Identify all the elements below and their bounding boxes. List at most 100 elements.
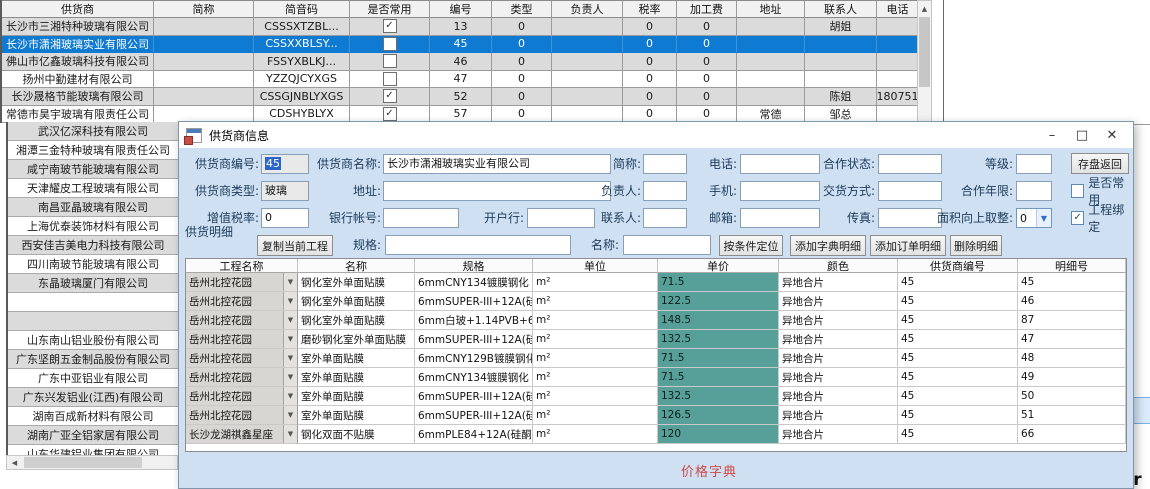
list-item[interactable]: 广东中亚铝业有限公司 [8,369,178,388]
dropdown-arrow-icon[interactable]: ▼ [283,425,297,443]
list-item[interactable]: 咸宁南玻节能玻璃有限公司 [8,160,178,179]
bank-input[interactable] [527,208,595,228]
column-header-9[interactable]: 地址 [737,1,805,18]
color-cell[interactable]: 异地合片 [779,292,898,311]
column-header-1[interactable]: 简称 [154,1,254,18]
name-cell[interactable]: 钢化室外单面贴膜 [298,292,415,311]
table-row[interactable]: 佛山市亿鑫玻璃科技有限公司FSSYXBLKJ...46000 [2,53,932,71]
table-row[interactable]: 长沙晟格节能玻璃有限公司CSSGJNBLYXGS✓52000陈姐180751 [2,88,932,106]
address-input[interactable] [383,181,611,201]
detail-no-cell[interactable]: 47 [1018,330,1126,349]
price-cell[interactable]: 126.5 [658,406,779,425]
detail-row[interactable]: 长沙龙湖祺鑫星座▼钢化双面不贴膜6mmPLE84+12A(硅酮胶...m²120… [186,425,1126,444]
list-item[interactable] [8,312,178,331]
detail-column-header-3[interactable]: 单位 [533,259,658,273]
supplier-no-cell[interactable]: 45 [898,330,1018,349]
list-item[interactable]: 山东南山铝业股份有限公司 [8,331,178,350]
add-dictionary-detail-button[interactable]: 添加字典明细 [790,235,866,256]
list-item[interactable]: 天津耀皮工程玻璃有限公司 [8,179,178,198]
list-item[interactable]: 上海优泰装饰材料有限公司 [8,217,178,236]
unit-cell[interactable]: m² [533,349,658,368]
supplier-no-cell[interactable]: 45 [898,368,1018,387]
dropdown-arrow-icon[interactable]: ▼ [283,311,297,329]
project-name-cell[interactable]: 长沙龙湖祺鑫星座▼ [186,425,298,444]
column-header-7[interactable]: 税率 [623,1,677,18]
spec-cell[interactable]: 6mm白玻+1.14PVB+6mm... [415,311,533,330]
close-icon[interactable]: ✕ [1097,124,1127,146]
add-order-detail-button[interactable]: 添加订单明细 [870,235,946,256]
price-cell[interactable]: 148.5 [658,311,779,330]
supplier-no-cell[interactable]: 45 [898,292,1018,311]
dropdown-arrow-icon[interactable]: ▼ [283,292,297,310]
dropdown-arrow-icon[interactable]: ▼ [283,273,297,291]
checkbox-icon[interactable] [383,37,397,51]
name-cell[interactable]: 钢化室外单面贴膜 [298,273,415,292]
detail-no-cell[interactable]: 66 [1018,425,1126,444]
minimize-icon[interactable]: – [1037,124,1067,146]
name-cell[interactable]: 钢化双面不贴膜 [298,425,415,444]
dialog-title-bar[interactable]: 供货商信息 – □ ✕ [179,122,1133,148]
supplier-no-cell[interactable]: 45 [898,349,1018,368]
detail-no-cell[interactable]: 87 [1018,311,1126,330]
price-cell[interactable]: 120 [658,425,779,444]
list-item[interactable]: 武汉亿深科技有限公司 [8,122,178,141]
list-item[interactable]: 广东坚朗五金制品股份有限公司 [8,350,178,369]
detail-row[interactable]: 岳州北控花园▼室外单面贴膜6mmSUPER-III+12A(硅...m²126.… [186,406,1126,425]
detail-no-cell[interactable]: 45 [1018,273,1126,292]
dropdown-arrow-icon[interactable]: ▼ [283,387,297,405]
list-item[interactable]: 湖南广亚全铝家居有限公司 [8,426,178,445]
maximize-icon[interactable]: □ [1067,124,1097,146]
detail-column-header-6[interactable]: 供货商编号 [898,259,1018,273]
spec-cell[interactable]: 6mmPLE84+12A(硅酮胶... [415,425,533,444]
grade-input[interactable] [1016,154,1052,174]
price-cell[interactable]: 71.5 [658,273,779,292]
spec-cell[interactable]: 6mmCNY129B镀膜钢化 [415,349,533,368]
name-cell[interactable]: 室外单面贴膜 [298,387,415,406]
checkbox-icon[interactable] [383,72,397,86]
checkbox-icon[interactable] [383,54,397,68]
color-cell[interactable]: 异地合片 [779,349,898,368]
color-cell[interactable]: 异地合片 [779,387,898,406]
project-name-cell[interactable]: 岳州北控花园▼ [186,273,298,292]
detail-row[interactable]: 岳州北控花园▼钢化室外单面贴膜6mm白玻+1.14PVB+6mm...m²148… [186,311,1126,330]
spec-cell[interactable]: 6mmSUPER-III+12A(硅... [415,330,533,349]
detail-row[interactable]: 岳州北控花园▼磨砂钢化室外单面贴膜6mmSUPER-III+12A(硅...m²… [186,330,1126,349]
round-up-select[interactable]: 0 ▼ [1016,208,1052,228]
project-bind-checkbox[interactable]: ✓ 工程绑定 [1071,208,1133,228]
supplier-type-input[interactable]: 玻璃 [261,181,309,201]
color-cell[interactable]: 异地合片 [779,425,898,444]
detail-column-header-4[interactable]: 单价 [658,259,779,273]
scroll-up-icon[interactable]: ▲ [918,1,931,16]
supplier-no-cell[interactable]: 45 [898,311,1018,330]
spec-cell[interactable]: 6mmCNY134镀膜钢化 [415,368,533,387]
bank-account-input[interactable] [383,208,459,228]
checkbox-icon[interactable]: ✓ [383,89,397,103]
list-item[interactable]: 四川南玻节能玻璃有限公司 [8,255,178,274]
detail-column-header-7[interactable]: 明细号 [1018,259,1126,273]
unit-cell[interactable]: m² [533,406,658,425]
delete-detail-button[interactable]: 删除明细 [950,235,1002,256]
save-return-button[interactable]: 存盘返回 [1071,153,1129,174]
detail-row[interactable]: 岳州北控花园▼室外单面贴膜6mmCNY129B镀膜钢化m²71.5异地合片454… [186,349,1126,368]
spec-cell[interactable]: 6mmCNY134镀膜钢化 [415,273,533,292]
detail-column-header-2[interactable]: 规格 [415,259,533,273]
column-header-6[interactable]: 负责人 [552,1,623,18]
common-use-checkbox[interactable]: 是否常用 [1071,181,1133,201]
project-name-cell[interactable]: 岳州北控花园▼ [186,387,298,406]
checkbox-icon[interactable] [1071,184,1084,198]
dropdown-arrow-icon[interactable]: ▼ [283,330,297,348]
unit-cell[interactable]: m² [533,292,658,311]
copy-current-project-button[interactable]: 复制当前工程 [257,235,333,256]
name-cell[interactable]: 室外单面贴膜 [298,406,415,425]
list-item[interactable]: 山东华建铝业集团有限公司 [8,445,178,455]
checkbox-icon[interactable]: ✓ [1071,211,1084,225]
color-cell[interactable]: 异地合片 [779,368,898,387]
list-item[interactable]: 南昌亚晶玻璃有限公司 [8,198,178,217]
price-cell[interactable]: 122.5 [658,292,779,311]
spec-cell[interactable]: 6mmSUPER-III+12A(硅... [415,387,533,406]
spec-filter-input[interactable] [385,235,571,255]
column-header-2[interactable]: 简音码 [254,1,350,18]
supplier-no-cell[interactable]: 45 [898,273,1018,292]
color-cell[interactable]: 异地合片 [779,311,898,330]
unit-cell[interactable]: m² [533,330,658,349]
